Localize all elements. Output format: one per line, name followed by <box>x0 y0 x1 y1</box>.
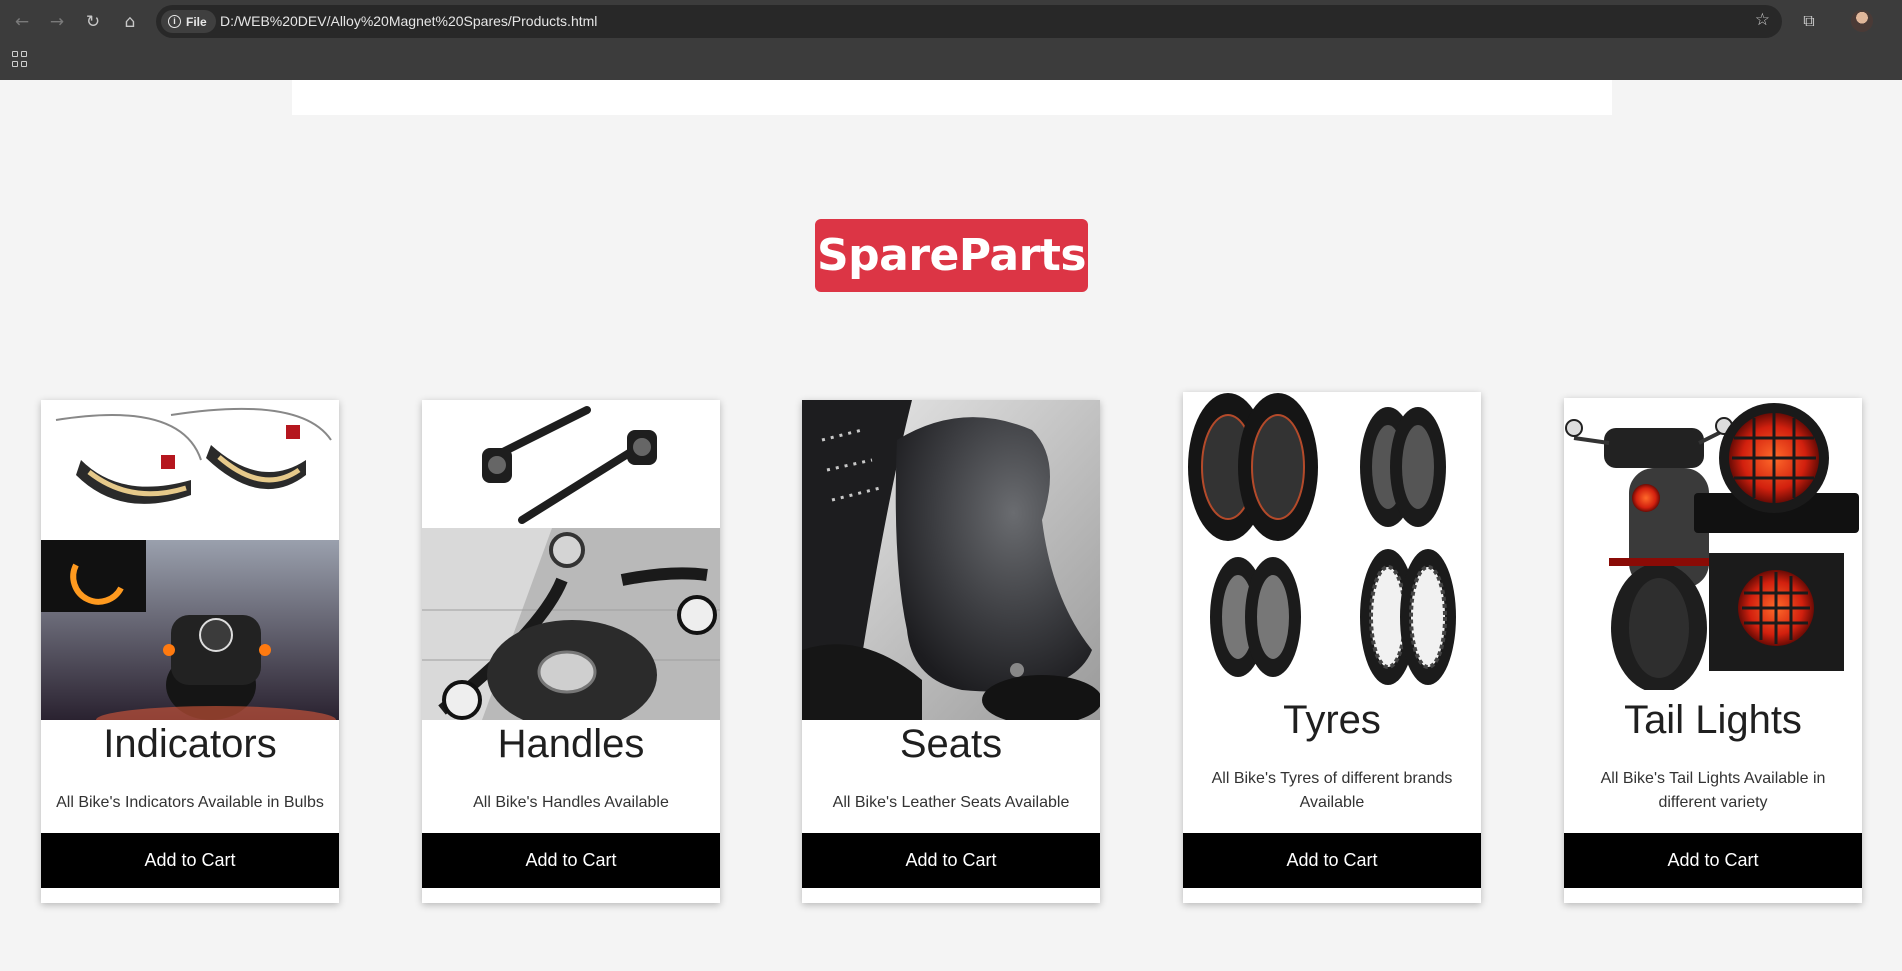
add-to-cart-button[interactable]: Add to Cart <box>1183 833 1481 888</box>
product-card-tyres: Tyres All Bike's Tyres of different bran… <box>1183 392 1481 903</box>
bookmark-star-icon[interactable]: ☆ <box>1755 10 1770 30</box>
forward-arrow-icon[interactable]: → <box>44 9 70 35</box>
profile-avatar[interactable] <box>1851 10 1873 32</box>
page-title: SpareParts <box>816 230 1087 281</box>
add-to-cart-button[interactable]: Add to Cart <box>41 833 339 888</box>
product-description: All Bike's Indicators Available in Bulbs <box>56 794 324 811</box>
product-title: Tail Lights <box>1624 698 1802 742</box>
product-image-seats <box>802 400 1100 720</box>
back-arrow-icon[interactable]: ← <box>9 9 35 35</box>
page-title-badge: SpareParts <box>815 219 1088 292</box>
product-image-handles <box>422 400 720 720</box>
info-icon: i <box>168 15 181 28</box>
product-title: Tyres <box>1283 698 1381 742</box>
site-info-label: File <box>186 14 207 29</box>
header-strip <box>292 80 1612 115</box>
product-card-handles: Handles All Bike's Handles Available Add… <box>422 400 720 903</box>
product-title: Handles <box>497 722 645 766</box>
product-description: All Bike's Handles Available <box>473 794 669 811</box>
product-description: All Bike's Leather Seats Available <box>832 794 1070 811</box>
product-image-indicators <box>41 400 339 720</box>
add-to-cart-button[interactable]: Add to Cart <box>1564 833 1862 888</box>
product-title: Indicators <box>103 722 277 766</box>
browser-chrome: ← → ↻ ⌂ i File D:/WEB%20DEV/Alloy%20Magn… <box>0 0 1902 80</box>
url-text[interactable]: D:/WEB%20DEV/Alloy%20Magnet%20Spares/Pro… <box>220 5 597 38</box>
address-bar[interactable]: i File D:/WEB%20DEV/Alloy%20Magnet%20Spa… <box>156 5 1782 38</box>
reload-icon[interactable]: ↻ <box>80 9 106 35</box>
product-title: Seats <box>899 722 1003 766</box>
home-icon[interactable]: ⌂ <box>117 9 143 35</box>
product-image-tail-lights <box>1564 398 1862 690</box>
site-info-chip[interactable]: i File <box>161 10 216 33</box>
product-description: All Bike's Tyres of different brands Ava… <box>1211 770 1453 811</box>
apps-grid-icon[interactable] <box>12 51 28 67</box>
product-image-tyres <box>1183 392 1481 690</box>
extensions-icon[interactable]: ⧉ <box>1798 10 1820 32</box>
browser-toolbar: ← → ↻ ⌂ i File D:/WEB%20DEV/Alloy%20Magn… <box>0 0 1902 43</box>
product-card-tail-lights: Tail Lights All Bike's Tail Lights Avail… <box>1564 398 1862 903</box>
add-to-cart-button[interactable]: Add to Cart <box>422 833 720 888</box>
product-card-seats: Seats All Bike's Leather Seats Available… <box>802 400 1100 903</box>
product-description: All Bike's Tail Lights Available in diff… <box>1600 770 1826 811</box>
product-card-indicators: Indicators All Bike's Indicators Availab… <box>41 400 339 903</box>
add-to-cart-button[interactable]: Add to Cart <box>802 833 1100 888</box>
bookmarks-bar <box>0 43 1902 80</box>
